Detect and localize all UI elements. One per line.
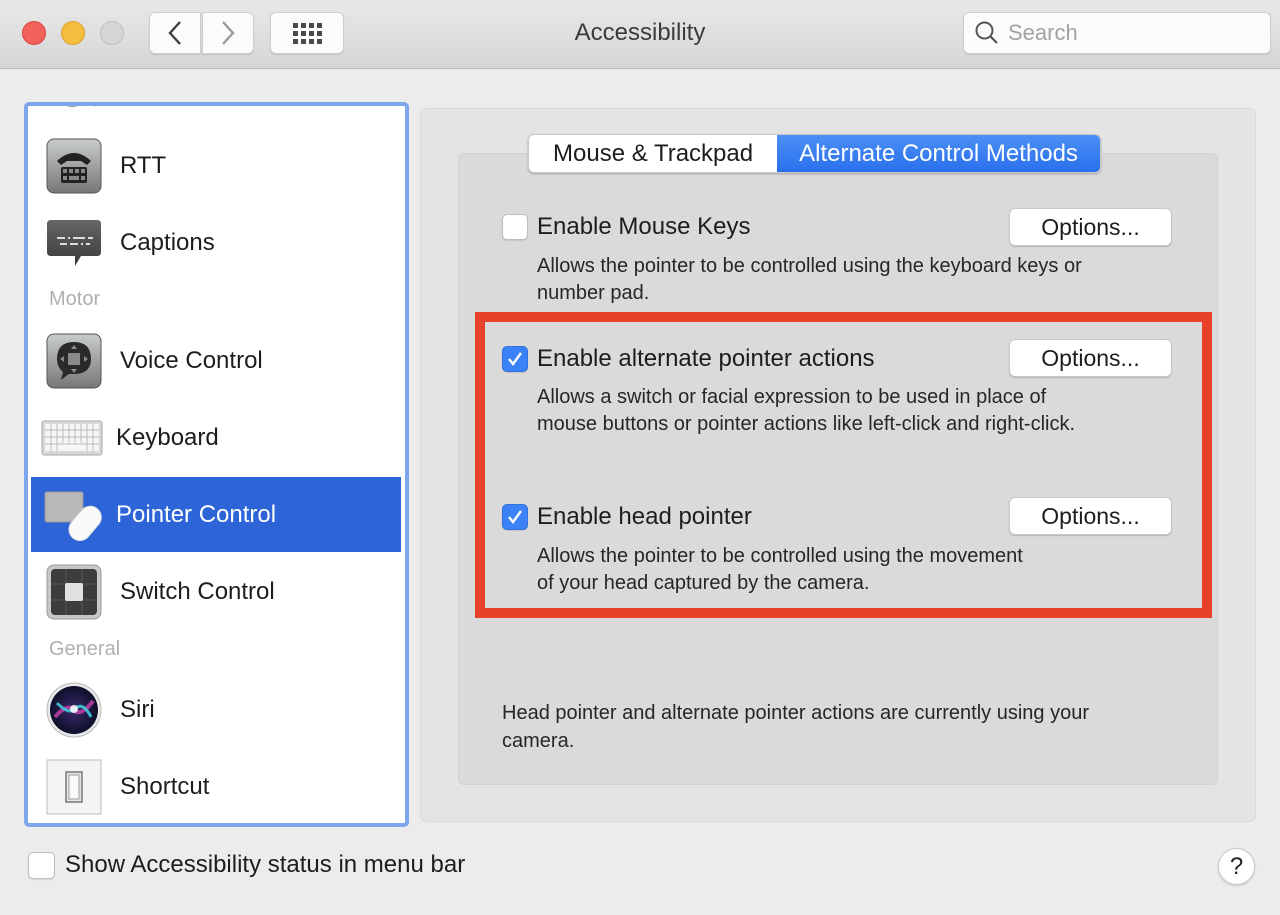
sidebar-item-label: RTT [120,151,167,179]
mouse-keys-option: Enable Mouse Keys [502,213,750,241]
search-icon [975,21,998,44]
sidebar-item-switch-control[interactable]: Switch Control [31,554,401,629]
camera-usage-note: Head pointer and alternate pointer actio… [502,702,1090,752]
switch-control-icon [45,563,103,621]
sidebar-list[interactable]: RTT Captions Motor Voice Control Keyboar… [24,102,409,827]
checkmark-icon [508,352,522,366]
sidebar-section-motor: Motor [49,288,101,310]
search-field[interactable] [963,12,1271,54]
sidebar-item-pointer-control[interactable]: Pointer Control [31,477,401,552]
keyboard-icon [41,409,103,467]
pointer-control-icon [41,486,103,544]
sidebar-section-general: General [49,638,121,660]
rtt-phone-icon [45,137,103,195]
partial-icon [66,106,96,108]
alternate-pointer-actions-checkbox[interactable] [502,346,528,372]
tab-mouse-trackpad[interactable]: Mouse & Trackpad [529,135,778,172]
checkmark-icon [508,510,522,524]
head-pointer-options-button[interactable]: Options... [1009,497,1172,535]
sidebar-item-voice-control[interactable]: Voice Control [31,323,401,398]
mouse-keys-description: Allows the pointer to be controlled usin… [537,255,1082,304]
sidebar-item-label: Siri [120,695,155,723]
sidebar-item-label: Voice Control [120,346,263,374]
tab-content-box [458,153,1218,785]
head-pointer-description: Allows the pointer to be controlled usin… [537,545,1023,594]
mouse-keys-options-button[interactable]: Options... [1009,208,1172,246]
captions-bubble-icon [45,214,103,272]
voice-control-icon [45,332,103,390]
sidebar-item-rtt[interactable]: RTT [31,128,401,203]
siri-icon [45,681,103,739]
tab-bar: Mouse & Trackpad Alternate Control Metho… [528,134,1101,173]
search-input[interactable] [1008,20,1258,46]
show-status-in-menu-bar-label: Show Accessibility status in menu bar [65,851,466,878]
status-menu-option: Show Accessibility status in menu bar [28,851,465,879]
head-pointer-checkbox[interactable] [502,504,528,530]
head-pointer-label: Enable head pointer [537,503,752,530]
title-bar: Accessibility [0,0,1280,69]
alternate-pointer-actions-description: Allows a switch or facial expression to … [537,386,1076,435]
alternate-pointer-actions-label: Enable alternate pointer actions [537,345,875,372]
sidebar-item-siri[interactable]: Siri [31,672,401,747]
show-status-in-menu-bar-checkbox[interactable] [28,851,55,879]
mouse-keys-checkbox[interactable] [502,214,528,240]
sidebar-item-captions[interactable]: Captions [31,205,401,280]
sidebar-item-label: Shortcut [120,772,210,800]
sidebar-item-label: Keyboard [116,423,219,451]
tab-alternate-control-methods[interactable]: Alternate Control Methods [777,135,1100,172]
sidebar-item-label: Switch Control [120,577,275,605]
sidebar-item-keyboard[interactable]: Keyboard [31,400,401,475]
shortcut-switch-icon [45,758,103,816]
sidebar-item-label: Pointer Control [116,500,277,528]
head-pointer-option: Enable head pointer [502,503,752,531]
alternate-pointer-actions-options-button[interactable]: Options... [1009,339,1172,377]
help-button[interactable]: ? [1218,848,1255,885]
alternate-pointer-actions-option: Enable alternate pointer actions [502,345,875,373]
sidebar-item-label: Captions [120,228,215,256]
sidebar-item-shortcut[interactable]: Shortcut [31,749,401,823]
mouse-keys-label: Enable Mouse Keys [537,213,751,240]
